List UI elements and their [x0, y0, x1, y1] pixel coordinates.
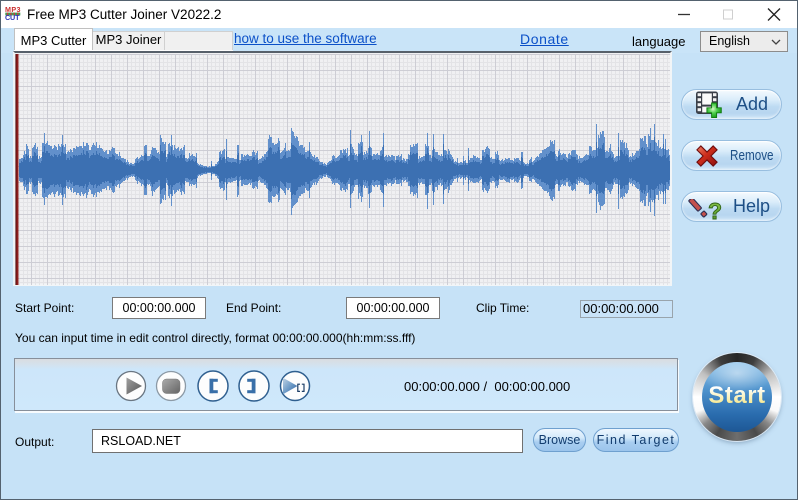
svg-text:CUT: CUT	[5, 13, 21, 21]
svg-text:?: ?	[708, 199, 722, 224]
